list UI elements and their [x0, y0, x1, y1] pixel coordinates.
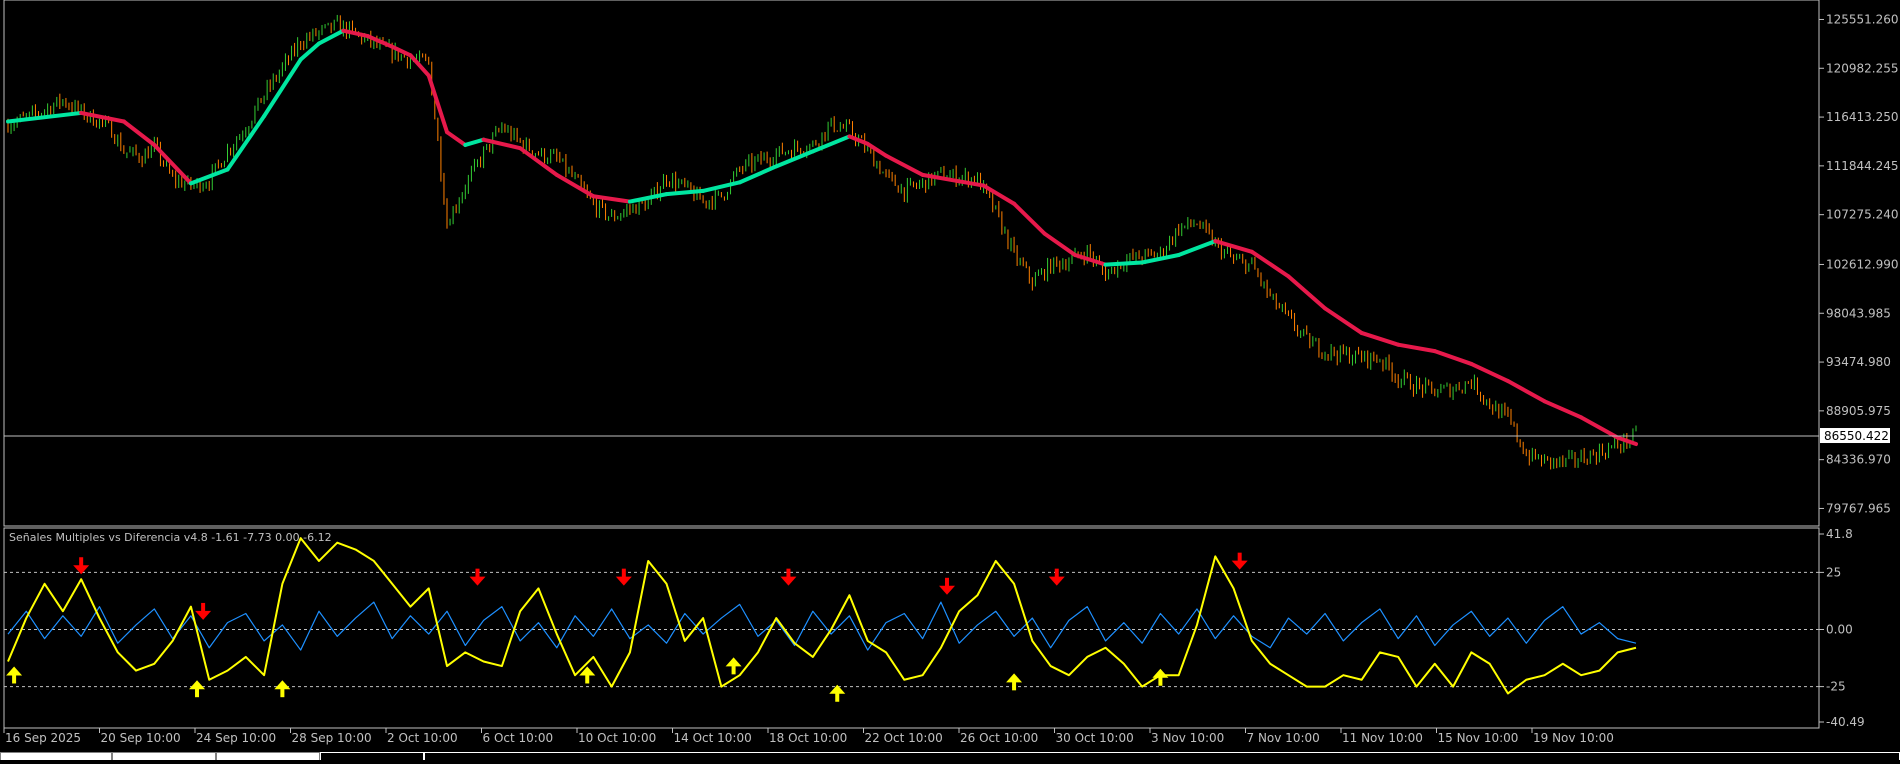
price-tick-label: 111844.245: [1826, 159, 1899, 173]
indicator-header: Señales Multiples vs Diferencia v4.8 -1.…: [9, 531, 332, 544]
price-tick-label: 120982.255: [1826, 61, 1899, 75]
chart-tab-strip: [424, 752, 1900, 760]
chart-canvas[interactable]: 125551.260 120982.255 116413.250 111844.245…: [0, 0, 1900, 760]
time-tick-label: 26 Oct 10:00: [960, 731, 1038, 745]
time-tick-label: 14 Oct 10:00: [674, 731, 752, 745]
time-tick-label: 10 Oct 10:00: [578, 731, 656, 745]
price-tick-label: 107275.240: [1826, 208, 1899, 222]
chart-tab-2[interactable]: [112, 752, 216, 760]
time-tick-label: 15 Nov 10:00: [1438, 731, 1519, 745]
time-tick-label: 28 Sep 10:00: [292, 731, 372, 745]
price-tick-label: 88905.975: [1826, 404, 1891, 418]
time-tick-label: 6 Oct 10:00: [483, 731, 554, 745]
indicator-tick-label: -40.49: [1826, 715, 1865, 729]
chart-tabs: [0, 752, 1900, 760]
time-tick-label: 2 Oct 10:00: [387, 731, 458, 745]
chart-tab-3[interactable]: [216, 752, 320, 760]
time-axis: 16 Sep 2025 20 Sep 10:00 24 Sep 10:00 28 Se…: [3, 728, 1614, 745]
indicator-tick-label: 25: [1826, 565, 1841, 579]
time-tick-label: 24 Sep 10:00: [196, 731, 276, 745]
chart-tab-active[interactable]: [320, 752, 424, 760]
time-tick-label: 30 Oct 10:00: [1056, 731, 1134, 745]
time-tick-label: 3 Nov 10:00: [1151, 731, 1224, 745]
chart-tab-1[interactable]: [0, 752, 112, 760]
indicator-tick-label: 41.8: [1826, 527, 1853, 541]
ma-segment-up: [1103, 260, 1145, 267]
price-tick-label: 84336.970: [1826, 453, 1891, 467]
chart-background: [0, 0, 1900, 760]
time-tick-label: 7 Nov 10:00: [1247, 731, 1320, 745]
time-tick-label: 22 Oct 10:00: [865, 731, 943, 745]
price-tick-label: 79767.965: [1826, 501, 1891, 515]
time-tick-label: 11 Nov 10:00: [1342, 731, 1423, 745]
time-tick-label: 20 Sep 10:00: [101, 731, 181, 745]
price-tick-label: 125551.260: [1826, 12, 1899, 26]
indicator-tick-label: -25: [1826, 680, 1846, 694]
price-tick-label: 116413.250: [1826, 110, 1899, 124]
price-tick-label: 93474.980: [1826, 355, 1891, 369]
time-tick-label: 18 Oct 10:00: [769, 731, 847, 745]
price-tick-label: 102612.990: [1826, 257, 1899, 271]
time-tick-label: 19 Nov 10:00: [1533, 731, 1614, 745]
time-tick-label: 16 Sep 2025: [5, 731, 81, 745]
price-tick-label: 98043.985: [1826, 306, 1891, 320]
current-price-label: 86550.422: [1824, 429, 1889, 443]
indicator-tick-label: 0.00: [1826, 622, 1853, 636]
chart-window[interactable]: 125551.260 120982.255 116413.250 111844.245…: [0, 0, 1900, 760]
